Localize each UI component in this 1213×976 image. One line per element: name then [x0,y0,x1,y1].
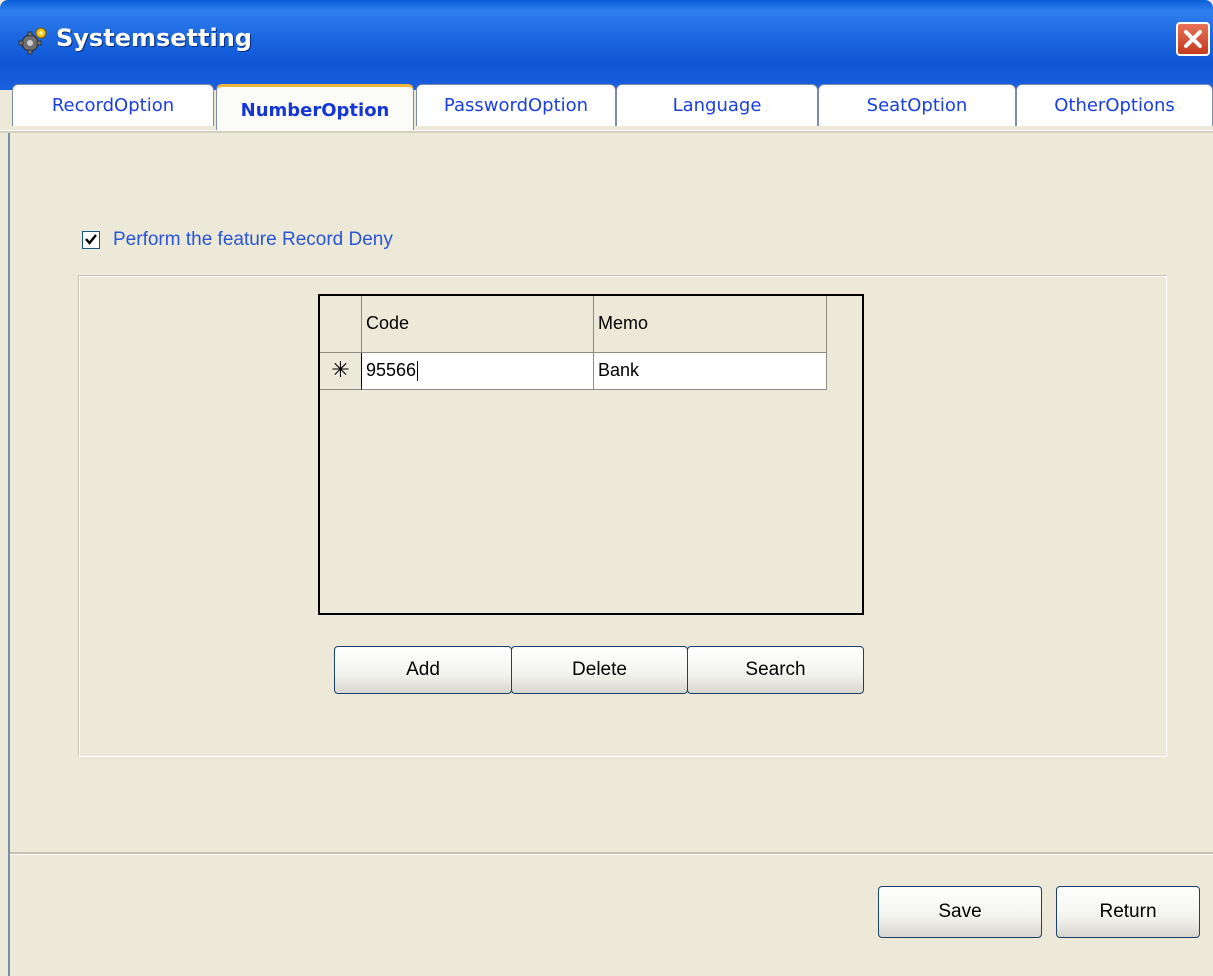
record-deny-checkbox[interactable] [82,231,100,249]
window-title: Systemsetting [56,24,252,52]
tab-strip: RecordOption NumberOption PasswordOption… [12,84,1213,132]
add-button[interactable]: Add [334,646,512,694]
code-cell-value[interactable]: 95566 [366,360,416,380]
column-header-code[interactable]: Code [362,296,594,353]
gear-icon [18,26,48,56]
tab-password-option[interactable]: PasswordOption [416,84,616,126]
search-button[interactable]: Search [687,646,864,694]
footer-separator [10,852,1213,855]
tab-other-options[interactable]: OtherOptions [1016,84,1213,126]
tab-seat-option[interactable]: SeatOption [818,84,1016,126]
grid-corner-header [320,296,362,353]
tab-panel-top-border [0,130,1213,133]
systemsetting-window: Systemsetting RecordOption NumberOption … [0,0,1213,976]
checkmark-icon [85,234,97,245]
close-button[interactable] [1176,22,1210,56]
column-header-memo[interactable]: Memo [594,296,827,353]
row-indicator-new-row[interactable]: ✳ [320,353,362,390]
close-icon [1184,30,1202,48]
title-bar[interactable]: Systemsetting [0,0,1213,90]
text-caret [417,361,419,382]
save-button[interactable]: Save [878,886,1042,938]
tab-record-option[interactable]: RecordOption [12,84,214,126]
tab-language[interactable]: Language [616,84,818,126]
return-button[interactable]: Return [1056,886,1200,938]
window-left-border [8,130,10,976]
delete-button[interactable]: Delete [511,646,688,694]
tab-number-option[interactable]: NumberOption [216,84,414,132]
number-grid[interactable]: Code Memo ✳ 95566 Bank [318,294,864,615]
memo-cell[interactable]: Bank [594,353,827,390]
record-deny-label[interactable]: Perform the feature Record Deny [113,228,393,252]
code-cell[interactable]: 95566 [362,353,594,390]
